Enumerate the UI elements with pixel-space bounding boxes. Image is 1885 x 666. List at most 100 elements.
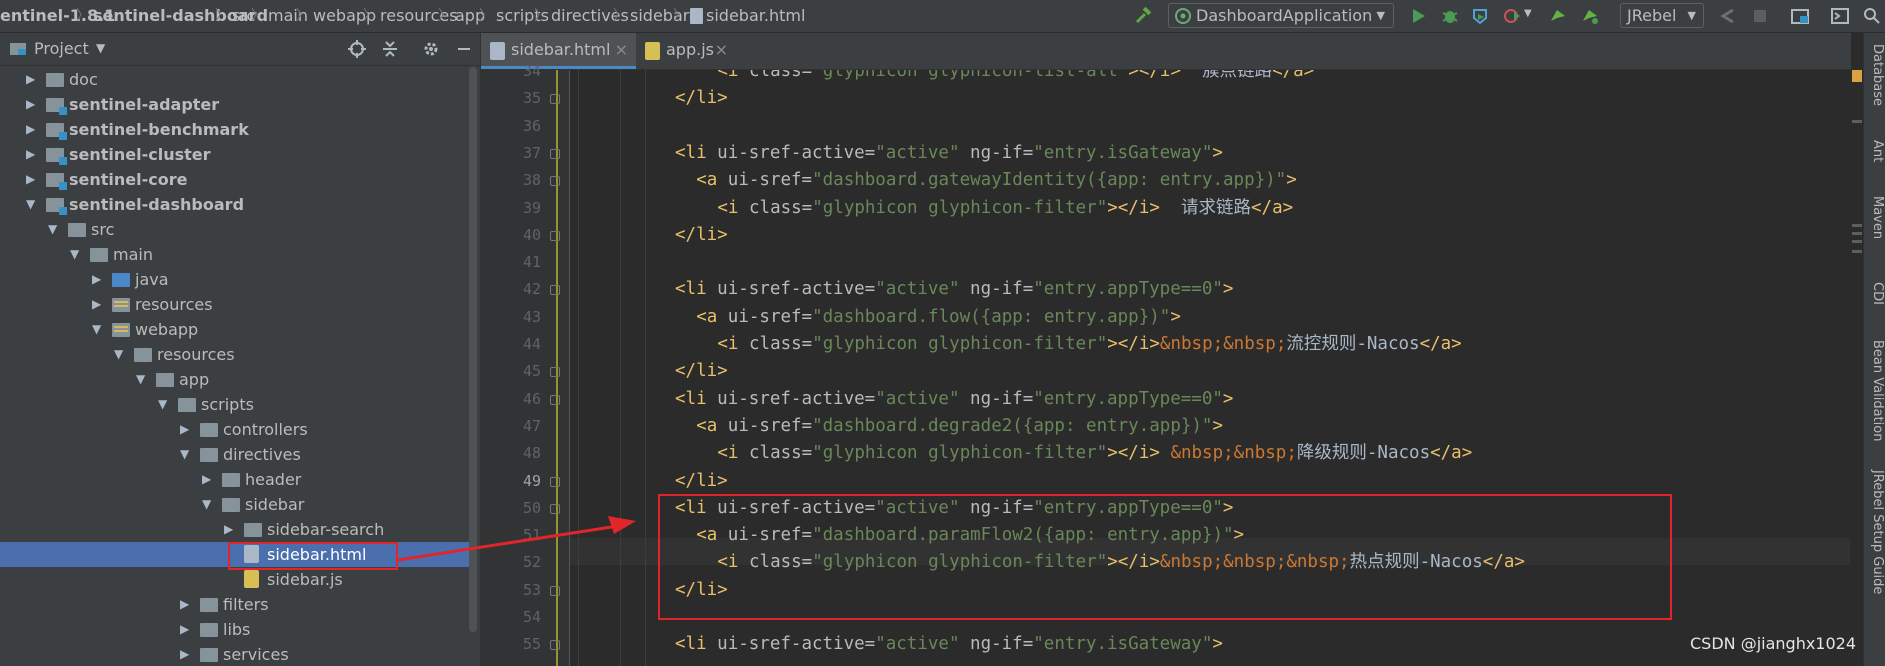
tree-item[interactable]: ▼ webapp	[0, 317, 480, 342]
tree-item[interactable]: sidebar.js	[0, 567, 480, 592]
code-token: >	[1212, 415, 1224, 436]
locate-file-icon[interactable]	[348, 40, 366, 58]
tree-item[interactable]: ▶ libs	[0, 617, 480, 642]
chevron-right-icon[interactable]: ▶	[26, 117, 38, 142]
chevron-right-icon[interactable]: ▶	[224, 517, 236, 542]
tool-window-maven[interactable]: Maven	[1863, 196, 1885, 239]
tool-window-database[interactable]: Database	[1863, 44, 1885, 106]
back-icon[interactable]	[1718, 6, 1738, 26]
tree-item[interactable]: ▼ main	[0, 242, 480, 267]
fold-marker-icon[interactable]	[550, 94, 560, 105]
tree-item[interactable]: ▶ services	[0, 642, 480, 666]
tree-item[interactable]: ▶ sentinel-core	[0, 167, 480, 192]
tree-item[interactable]: ▼ sidebar	[0, 492, 480, 517]
collapse-all-icon[interactable]	[381, 40, 399, 58]
tree-item[interactable]: ▼ scripts	[0, 392, 480, 417]
tree-item[interactable]: ▶ filters	[0, 592, 480, 617]
chevron-down-icon[interactable]: ▼	[26, 192, 38, 217]
tree-item[interactable]: ▼ resources	[0, 342, 480, 367]
stop-icon[interactable]	[1750, 6, 1770, 26]
chevron-right-icon[interactable]: ▶	[202, 467, 214, 492]
code-token: "entry.appType==0"	[1033, 388, 1223, 409]
chevron-right-icon[interactable]: ▶	[180, 417, 192, 442]
code-token: "entry.isGateway"	[1033, 634, 1213, 655]
build-hammer-icon[interactable]	[1133, 6, 1153, 26]
fold-marker-icon[interactable]	[550, 476, 560, 487]
fold-marker-icon[interactable]	[550, 640, 560, 651]
run-icon[interactable]	[1408, 6, 1428, 26]
chevron-right-icon[interactable]: ▶	[26, 167, 38, 192]
chevron-right-icon[interactable]: ▶	[26, 142, 38, 167]
stripe-mark[interactable]	[1852, 250, 1862, 253]
run-configuration-select[interactable]: DashboardApplication ▼	[1168, 3, 1394, 28]
chevron-down-icon[interactable]: ▼	[158, 392, 170, 417]
tab-app-js[interactable]: app.js ×	[636, 33, 736, 69]
debug-icon[interactable]	[1440, 6, 1460, 26]
profile-icon[interactable]	[1502, 6, 1522, 26]
chevron-right-icon[interactable]: ▶	[26, 67, 38, 92]
jrebel-run-icon[interactable]	[1548, 6, 1568, 26]
chevron-right-icon[interactable]: ▶	[180, 617, 192, 642]
fold-marker-icon[interactable]	[550, 176, 560, 187]
tree-item[interactable]: ▶ sentinel-benchmark	[0, 117, 480, 142]
stripe-mark[interactable]	[1852, 240, 1862, 243]
fold-marker-icon[interactable]	[550, 230, 560, 241]
tree-item[interactable]: ▼ directives	[0, 442, 480, 467]
tree-item[interactable]: ▶ doc	[0, 67, 480, 92]
tree-item[interactable]: ▼ src	[0, 217, 480, 242]
fold-marker-icon[interactable]	[550, 367, 560, 378]
close-icon[interactable]: ×	[715, 33, 728, 67]
chevron-right-icon[interactable]: ▶	[180, 592, 192, 617]
tree-item[interactable]: ▶ header	[0, 467, 480, 492]
minimize-icon[interactable]	[455, 40, 473, 58]
search-icon[interactable]	[1862, 6, 1882, 26]
fold-marker-icon[interactable]	[550, 503, 560, 514]
jrebel-debug-icon[interactable]	[1580, 6, 1600, 26]
chevron-down-icon[interactable]: ▼	[48, 217, 60, 242]
chevron-right-icon[interactable]: ▶	[92, 292, 104, 317]
tool-window-jrebel-setup-guide[interactable]: JRebel Setup Guide	[1863, 470, 1885, 594]
tree-item[interactable]: ▶ controllers	[0, 417, 480, 442]
gear-icon[interactable]	[422, 40, 440, 58]
chevron-down-icon[interactable]: ▼	[92, 317, 104, 342]
code-token: ui-sref=	[727, 170, 813, 191]
project-structure-icon[interactable]	[1790, 6, 1810, 26]
tool-window-bean-validation[interactable]: Bean Validation	[1863, 340, 1885, 441]
chevron-down-icon[interactable]: ▼	[136, 367, 148, 392]
chevron-down-icon[interactable]: ▼	[202, 492, 214, 517]
fold-marker-icon[interactable]	[550, 394, 560, 405]
project-panel-title[interactable]: Project	[34, 39, 89, 58]
stripe-mark[interactable]	[1852, 224, 1862, 227]
tool-window-cdi[interactable]: CDI	[1863, 282, 1885, 305]
project-tree-scrollbar[interactable]	[469, 67, 477, 632]
chevron-down-icon[interactable]: ▼	[180, 442, 192, 467]
tool-window-ant[interactable]: Ant	[1863, 140, 1885, 162]
stripe-mark[interactable]	[1852, 120, 1862, 123]
chevron-down-icon[interactable]: ▼	[70, 242, 82, 267]
tree-item[interactable]: ▶ resources	[0, 292, 480, 317]
coverage-icon[interactable]	[1470, 6, 1490, 26]
profile-chevron-icon[interactable]: ▼	[1524, 8, 1532, 19]
fold-marker-icon[interactable]	[550, 585, 560, 596]
breadcrumb-item[interactable]: sidebar.html	[706, 6, 805, 25]
tree-item[interactable]: ▶ java	[0, 267, 480, 292]
chevron-right-icon[interactable]: ▶	[180, 642, 192, 666]
chevron-right-icon[interactable]: ▶	[92, 267, 104, 292]
code-token: ui-sref-active=	[717, 279, 876, 300]
jrebel-select[interactable]: JRebel ▼	[1620, 3, 1704, 28]
fold-marker-icon[interactable]	[550, 285, 560, 296]
close-icon[interactable]: ×	[615, 33, 628, 67]
chevron-down-icon[interactable]: ▼	[114, 342, 126, 367]
fold-marker-icon[interactable]	[550, 148, 560, 159]
tree-item[interactable]: ▼ sentinel-dashboard	[0, 192, 480, 217]
tree-item[interactable]: ▶ sidebar-search	[0, 517, 480, 542]
stripe-mark[interactable]	[1852, 232, 1862, 235]
tree-item[interactable]: ▶ sentinel-adapter	[0, 92, 480, 117]
chevron-down-icon[interactable]: ▼	[96, 41, 105, 55]
tree-item[interactable]: ▼ app	[0, 367, 480, 392]
warning-marker[interactable]	[1852, 70, 1862, 82]
tree-item[interactable]: ▶ sentinel-cluster	[0, 142, 480, 167]
terminal-icon[interactable]	[1830, 6, 1850, 26]
chevron-right-icon[interactable]: ▶	[26, 92, 38, 117]
tree-item-label: src	[91, 220, 115, 239]
